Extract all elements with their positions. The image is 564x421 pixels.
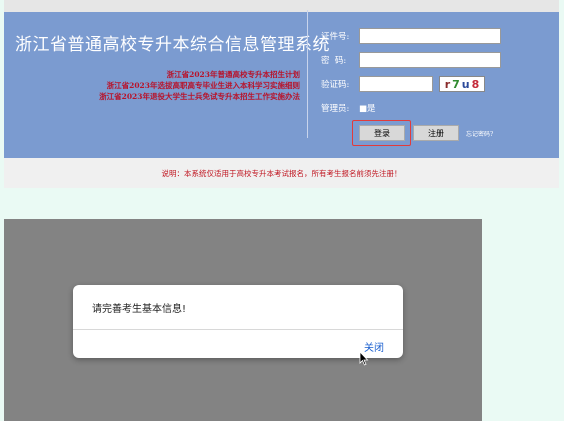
top-strip	[4, 0, 559, 12]
link-implementation-rules[interactable]: 浙江省2023年选拔高职高专毕业生进入本科学习实施细则	[99, 80, 300, 91]
captcha-label: 验证码:	[321, 80, 350, 90]
notice-text: 说明：本系统仅适用于高校专升本考试报名，所有考生报名前须先注册！	[161, 168, 402, 178]
captcha-char: 7	[452, 77, 460, 91]
forgot-password-link[interactable]: 忘记密码?	[466, 129, 493, 138]
password-row: 密 码:	[321, 51, 501, 69]
captcha-image[interactable]: r 7 u 8	[439, 76, 485, 92]
link-veteran-measures[interactable]: 浙江省2023年退役大学生士兵免试专升本招生工作实施办法	[99, 91, 300, 102]
captcha-row: 验证码: r 7 u 8	[321, 75, 485, 93]
system-title: 浙江省普通高校专升本综合信息管理系统	[15, 35, 330, 55]
admin-checkbox[interactable]: ■是	[359, 102, 376, 114]
password-input[interactable]	[359, 52, 501, 68]
admin-label: 管理员:	[321, 104, 350, 114]
notice-bar: 说明：本系统仅适用于高校专升本考试报名，所有考生报名前须先注册！	[4, 158, 559, 188]
captcha-char: 8	[471, 77, 480, 91]
id-label: 证件号:	[321, 32, 350, 42]
id-row: 证件号:	[321, 27, 501, 45]
alert-dialog: 请完善考生基本信息! 关闭	[73, 285, 403, 358]
dialog-message: 请完善考生基本信息!	[92, 304, 187, 315]
captcha-input[interactable]	[359, 76, 433, 92]
divider-line	[307, 10, 308, 138]
captcha-char: r	[444, 77, 451, 91]
link-enrollment-plan[interactable]: 浙江省2023年普通高校专升本招生计划	[99, 69, 300, 80]
register-button[interactable]: 注册	[413, 125, 459, 141]
announcement-links: 浙江省2023年普通高校专升本招生计划 浙江省2023年选拔高职高专毕业生进入本…	[99, 69, 300, 102]
password-label: 密 码:	[321, 56, 347, 66]
dialog-divider	[73, 329, 403, 330]
captcha-char: u	[461, 77, 470, 91]
login-button[interactable]: 登录	[359, 125, 405, 141]
id-number-input[interactable]	[359, 28, 501, 44]
admin-row: 管理员: ■是	[321, 99, 376, 117]
mouse-pointer-icon	[359, 351, 369, 366]
